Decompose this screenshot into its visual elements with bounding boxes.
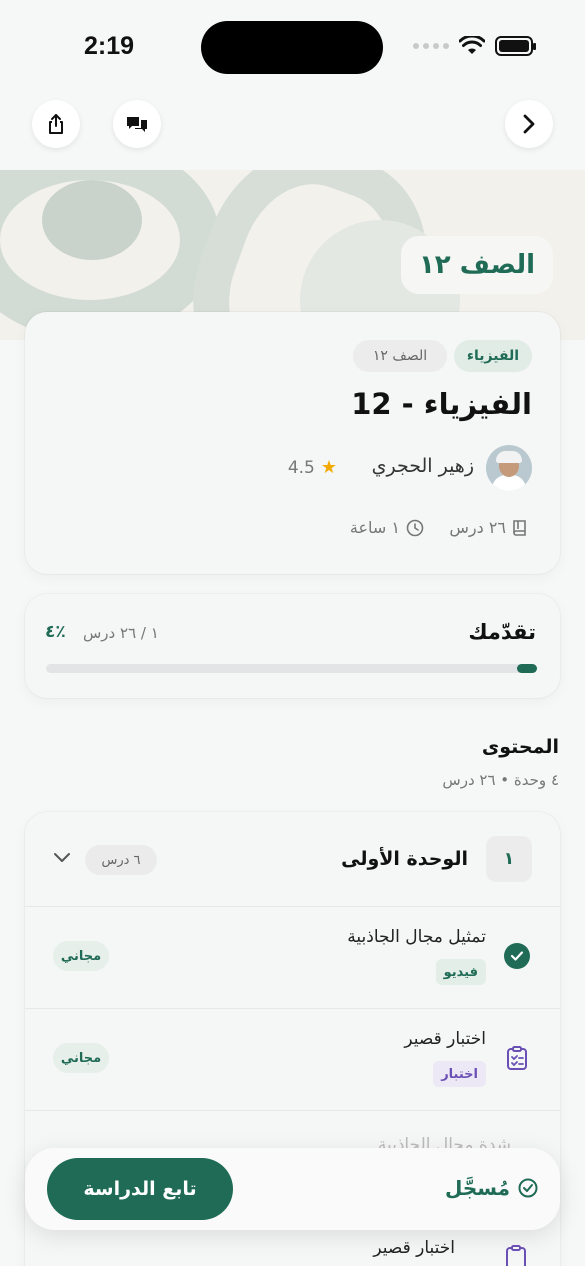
share-icon (49, 114, 63, 134)
rating-value: 4.5 (287, 457, 315, 478)
course-title: الفيزياء - 12 (351, 387, 532, 421)
lesson-type-badge: اختبار (433, 1061, 486, 1087)
completed-icon (504, 943, 530, 969)
course-duration: ١ ساعة (350, 518, 424, 537)
content-section-title: المحتوى (481, 736, 559, 758)
share-button[interactable] (32, 100, 80, 148)
teacher-name: زهير الحجري (371, 455, 474, 477)
star-icon: ★ (320, 457, 337, 478)
back-button[interactable] (505, 100, 553, 148)
free-badge: مجاني (53, 941, 109, 971)
free-badge: مجاني (53, 1043, 109, 1073)
progress-title: تقدّمك (468, 620, 536, 644)
lessons-count-label: ٢٦ درس (449, 518, 506, 537)
battery-icon (495, 36, 536, 56)
enrolled-label: مُسجَّل (445, 1176, 510, 1200)
dynamic-island (201, 21, 383, 74)
lesson-type-badge: فيديو (435, 959, 486, 985)
chevron-down-icon[interactable] (53, 852, 71, 864)
continue-studying-button[interactable]: تابع الدراسة (47, 1158, 233, 1220)
progress-count: ١ / ٢٦ درس (83, 624, 159, 642)
lesson-title: تمثيل مجال الجاذبية (347, 927, 486, 947)
teacher-avatar (486, 445, 532, 491)
duration-label: ١ ساعة (349, 518, 400, 537)
unit-number: ١ (486, 836, 532, 882)
progress-card: تقدّمك ١ / ٢٦ درس ٤٪ (25, 594, 560, 698)
grade-badge: الصف ١٢ (400, 236, 553, 294)
unit-lesson-count: ٦ درس (85, 845, 157, 875)
content-section-subtitle: ٤ وحدة • ٢٦ درس (442, 771, 559, 789)
progress-percent: ٤٪ (45, 622, 66, 642)
chevron-right-icon (523, 114, 535, 134)
chat-button[interactable] (113, 100, 161, 148)
wifi-icon (459, 36, 485, 54)
progress-bar (46, 664, 537, 673)
lesson-row[interactable]: تمثيل مجال الجاذبية فيديو مجاني (25, 907, 560, 1009)
bottom-action-bar: مُسجَّل تابع الدراسة (25, 1148, 560, 1230)
status-bar: 2:19 (0, 0, 585, 90)
check-circle-icon (518, 1178, 538, 1198)
course-info-card: الفيزياء الصف ١٢ الفيزياء - 12 زهير الحج… (25, 312, 560, 574)
unit-header[interactable]: ١ الوحدة الأولى ٦ درس (25, 812, 560, 907)
book-icon (513, 519, 526, 536)
subject-tag: الفيزياء (454, 340, 532, 372)
status-icons (413, 36, 536, 56)
lesson-row[interactable]: اختبار قصير اختبار مجاني (25, 1009, 560, 1111)
quiz-clipboard-icon (506, 1245, 526, 1266)
grade-tag: الصف ١٢ (353, 340, 447, 372)
progress-bar-fill (517, 664, 537, 673)
unit-title: الوحدة الأولى (341, 848, 468, 870)
status-time: 2:19 (84, 32, 135, 60)
clock-icon (406, 519, 424, 536)
signal-icon (413, 43, 449, 49)
lesson-title: اختبار قصير (404, 1029, 486, 1049)
teacher-rating: 4.5 ★ (288, 457, 337, 478)
lesson-title: اختبار قصير (373, 1238, 455, 1258)
enrolled-status: مُسجَّل (445, 1176, 538, 1200)
lessons-count: ٢٦ درس (449, 518, 528, 537)
chat-bubbles-icon (127, 117, 147, 132)
quiz-clipboard-icon (507, 1046, 527, 1070)
